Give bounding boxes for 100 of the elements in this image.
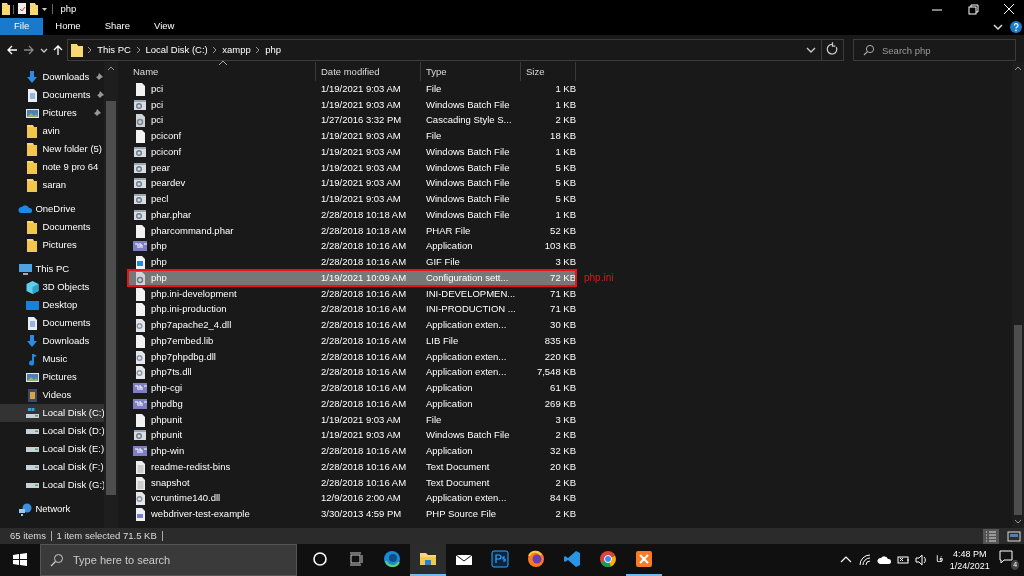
sidebar-item[interactable]: Local Disk (F:) — [0, 458, 104, 476]
battery-icon[interactable] — [895, 553, 910, 567]
gear-file-icon — [133, 270, 147, 285]
file-row[interactable]: pci 1/27/2016 3:32 PM Cascading Style S... 2 KB — [128, 112, 576, 129]
search-field[interactable]: Search php — [853, 39, 1016, 61]
file-row[interactable]: pci 1/19/2021 9:03 AM File 1 KB — [128, 81, 576, 97]
file-icon — [133, 223, 147, 238]
file-row[interactable]: webdriver-test-example 3/30/2013 4:59 PM PHP Source File 2 KB — [128, 506, 576, 522]
file-row[interactable]: phar.phar 2/28/2018 10:18 AM Windows Batch File 1 KB — [128, 207, 576, 223]
file-row[interactable]: php 1/19/2021 10:09 AM Configuration sett... 72 KB — [128, 270, 576, 286]
type-cell-text: Application exten... — [425, 318, 508, 332]
wifi-icon[interactable] — [858, 553, 873, 567]
sidebar-item[interactable]: avin — [0, 122, 104, 140]
column-header[interactable]: Date modified — [316, 62, 421, 81]
taskbar-search-field[interactable]: Type here to search — [40, 544, 297, 576]
help-icon[interactable] — [1010, 20, 1022, 33]
sidebar-item[interactable]: Documents — [0, 314, 104, 332]
date-cell-text: 12/9/2016 2:00 AM — [320, 491, 402, 506]
back-arrow-icon[interactable] — [6, 44, 18, 56]
file-row[interactable]: php-win 2/28/2018 10:16 AM Application 32 KB — [128, 443, 576, 459]
sidebar-item[interactable]: Pictures — [0, 236, 104, 254]
ribbon-tab[interactable]: File — [0, 18, 44, 35]
file-row[interactable]: pecl 1/19/2021 9:03 AM Windows Batch File 5 KB — [128, 191, 576, 207]
language-indicator[interactable]: فا — [935, 553, 943, 567]
breadcrumb-link[interactable]: xampp — [222, 42, 251, 58]
up-arrow-icon[interactable] — [52, 44, 65, 56]
sidebar-item[interactable]: Pictures — [0, 104, 104, 122]
file-row[interactable]: pciconf 1/19/2021 9:03 AM Windows Batch File 1 KB — [128, 144, 576, 160]
file-row[interactable]: readme-redist-bins 2/28/2018 10:16 AM Text Document 20 KB — [128, 459, 576, 475]
column-header[interactable]: Type — [421, 62, 521, 81]
type-cell-text: Application — [425, 396, 474, 411]
sidebar-item[interactable]: Music — [0, 350, 104, 368]
download-icon — [25, 333, 40, 349]
ribbon-tab[interactable]: View — [142, 18, 187, 35]
sidebar-item[interactable]: Local Disk (G:) — [0, 476, 104, 494]
file-row[interactable]: php.ini-development 2/28/2018 10:16 AM INI-DEVELOPMEN... 71 KB — [128, 285, 576, 302]
sidebar-item[interactable]: Local Disk (D:) — [0, 422, 104, 440]
breadcrumb-link[interactable]: php — [265, 42, 282, 58]
sidebar-item[interactable]: Downloads — [0, 332, 104, 350]
file-row[interactable]: phpunit 1/19/2021 9:03 AM Windows Batch File 2 KB — [128, 427, 576, 444]
chrome-icon — [597, 549, 618, 569]
cloud-icon[interactable] — [876, 553, 891, 567]
file-row[interactable]: pciconf 1/19/2021 9:03 AM File 18 KB — [128, 128, 576, 144]
taskbar-app-button[interactable] — [409, 544, 446, 576]
size-cell-text: 1 KB — [554, 81, 576, 96]
type-cell-text: PHP Source File — [425, 507, 498, 521]
ribbon-tab[interactable]: Home — [43, 18, 93, 35]
file-row[interactable]: snapshot 2/28/2018 10:16 AM Text Document 2 KB — [128, 474, 576, 491]
sidebar-item[interactable]: Downloads — [0, 68, 104, 86]
forward-arrow-icon[interactable] — [22, 44, 35, 56]
file-name: pciconf — [151, 144, 182, 159]
window-title: php — [60, 1, 77, 16]
sidebar-item[interactable]: Videos — [0, 386, 104, 404]
file-row[interactable]: php-cgi 2/28/2018 10:16 AM Application 61 KB — [128, 380, 576, 396]
breadcrumb-link[interactable]: This PC — [97, 42, 131, 58]
file-row[interactable]: php.ini-production 2/28/2018 10:16 AM INI-PRODUCTION ... 71 KB — [128, 301, 576, 318]
sidebar-item[interactable]: Documents — [0, 218, 104, 236]
file-row[interactable]: php7apache2_4.dll 2/28/2018 10:16 AM Application exten... 30 KB — [128, 317, 576, 333]
breadcrumb-link[interactable]: Local Disk (C:) — [145, 42, 208, 58]
sidebar-item[interactable]: Network — [0, 500, 104, 518]
file-row[interactable]: vcruntime140.dll 12/9/2016 2:00 AM Application exten... 84 KB — [128, 490, 576, 507]
details-view-button[interactable] — [983, 528, 1000, 544]
sidebar-item[interactable]: 3D Objects — [0, 278, 104, 296]
sidebar-item[interactable]: Documents — [0, 86, 104, 104]
clock[interactable]: 4:48 PM 1/24/2021 — [949, 547, 990, 573]
file-row[interactable]: php7ts.dll 2/28/2018 10:16 AM Application exten... 7,548 KB — [128, 364, 576, 381]
size-cell-text: 71 KB — [549, 302, 576, 317]
date-cell-text: 1/19/2021 9:03 AM — [320, 129, 402, 143]
sidebar-item[interactable]: New folder (5) — [0, 140, 104, 158]
file-row[interactable]: php7embed.lib 2/28/2018 10:16 AM LIB File 835 KB — [128, 333, 576, 349]
scrollbar[interactable] — [1012, 62, 1024, 528]
file-row[interactable]: phpunit 1/19/2021 9:03 AM File 3 KB — [128, 411, 576, 428]
file-row[interactable]: pci 1/19/2021 9:03 AM Windows Batch File 1 KB — [128, 96, 576, 113]
file-row[interactable]: php 2/28/2018 10:16 AM Application 103 KB — [128, 238, 576, 255]
date-cell-text: 1/19/2021 10:09 AM — [320, 270, 408, 285]
type-cell-text: Application exten... — [425, 349, 508, 364]
sidebar-item[interactable]: Local Disk (C:) — [0, 404, 104, 422]
file-row[interactable]: pear 1/19/2021 9:03 AM Windows Batch File 5 KB — [128, 159, 576, 176]
address-bar[interactable]: This PC Local Disk (C:) xampp php — [66, 39, 844, 61]
sidebar-item[interactable]: note 9 pro 64 — [0, 158, 104, 176]
column-header[interactable]: Name — [128, 62, 316, 81]
sidebar-item[interactable]: OneDrive — [0, 200, 104, 218]
file-row[interactable]: peardev 1/19/2021 9:03 AM Windows Batch File 5 KB — [128, 175, 576, 192]
file-row[interactable]: pharcommand.phar 2/28/2018 10:18 AM PHAR File 52 KB — [128, 222, 576, 239]
scrollbar[interactable] — [104, 62, 118, 528]
file-row[interactable]: php 2/28/2018 10:16 AM GIF File 3 KB — [128, 254, 576, 270]
file-row[interactable]: php7phpdbg.dll 2/28/2018 10:16 AM Application exten... 220 KB — [128, 348, 576, 365]
speaker-icon[interactable] — [914, 553, 929, 567]
chevron-down-icon[interactable] — [806, 45, 817, 55]
file-row[interactable]: phpdbg 2/28/2018 10:16 AM Application 269 KB — [128, 396, 576, 412]
sidebar-item[interactable]: Pictures — [0, 368, 104, 386]
column-header[interactable]: Size — [521, 62, 576, 81]
gear-window-icon — [133, 192, 147, 207]
sidebar-item[interactable]: Local Disk (E:) — [0, 440, 104, 458]
sidebar-item[interactable]: This PC — [0, 260, 104, 278]
sidebar-item[interactable]: Desktop — [0, 296, 104, 314]
ribbon-tab[interactable]: Share — [92, 18, 142, 35]
sidebar-item[interactable]: saran — [0, 176, 104, 194]
tiles-view-button[interactable] — [1006, 528, 1022, 544]
size-cell-text: 5 KB — [554, 192, 576, 206]
